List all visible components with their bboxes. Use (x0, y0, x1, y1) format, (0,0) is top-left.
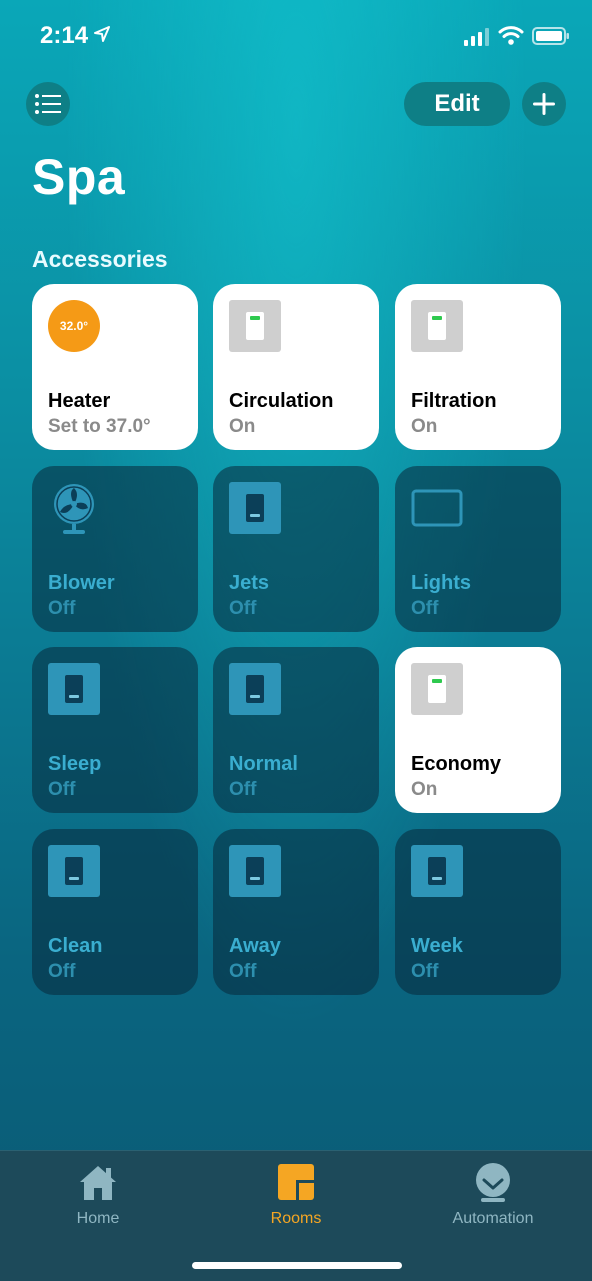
plus-icon (533, 93, 555, 115)
location-arrow-icon (94, 26, 110, 42)
tab-rooms[interactable]: Rooms (226, 1160, 366, 1228)
switch-icon (411, 663, 463, 715)
switch-icon (411, 845, 463, 897)
accessory-name: Blower (48, 572, 115, 594)
home-indicator[interactable] (192, 1262, 402, 1269)
accessory-name: Circulation (229, 390, 334, 412)
accessory-tile-heater[interactable]: 32.0° Heater Set to 37.0° (32, 284, 198, 450)
menu-button[interactable] (26, 82, 70, 126)
add-button[interactable] (522, 82, 566, 126)
tab-automation[interactable]: Automation (422, 1160, 564, 1228)
list-icon (35, 94, 61, 114)
wifi-icon (498, 26, 524, 45)
switch-icon (411, 300, 463, 352)
accessory-tile-clean[interactable]: Clean Off (32, 829, 198, 995)
status-time: 2:14 (40, 22, 89, 49)
accessory-status: Off (48, 779, 76, 800)
tab-rooms-label: Rooms (270, 1210, 322, 1227)
heater-temperature-dial: 32.0° (48, 300, 100, 352)
status-bar: 2:14 (0, 0, 592, 72)
switch-icon (229, 300, 281, 352)
accessory-status: On (229, 416, 256, 437)
accessory-tile-normal[interactable]: Normal Off (213, 647, 379, 813)
accessory-name: Jets (229, 572, 270, 594)
accessory-status: On (411, 779, 438, 800)
accessory-tile-lights[interactable]: Lights Off (395, 466, 561, 632)
tab-home[interactable]: Home (28, 1160, 168, 1228)
switch-icon (229, 663, 281, 715)
switch-icon (48, 845, 100, 897)
switch-icon (48, 663, 100, 715)
tab-automation-label: Automation (452, 1210, 534, 1227)
accessory-tile-economy[interactable]: Economy On (395, 647, 561, 813)
accessory-name: Lights (411, 572, 471, 594)
accessory-name: Filtration (411, 390, 497, 412)
accessory-tile-blower[interactable]: Blower Off (32, 466, 198, 632)
accessory-status: Off (229, 961, 257, 982)
page-title: Spa (32, 149, 126, 205)
accessory-tile-jets[interactable]: Jets Off (213, 466, 379, 632)
accessory-status: Off (411, 598, 439, 619)
accessory-status: Off (411, 961, 439, 982)
accessory-name: Heater (48, 390, 111, 412)
thermostat-icon: 32.0° (48, 300, 100, 352)
cellular-signal-icon (464, 28, 489, 46)
accessory-status: Set to 37.0° (48, 416, 151, 437)
edit-button[interactable]: Edit (404, 82, 510, 126)
rooms-icon (278, 1164, 314, 1200)
tab-home-label: Home (76, 1210, 120, 1227)
accessory-name: Week (411, 935, 463, 957)
accessory-status: Off (229, 779, 257, 800)
accessory-name: Away (229, 935, 281, 957)
switch-icon (229, 482, 281, 534)
accessory-tile-circulation[interactable]: Circulation On (213, 284, 379, 450)
light-panel-icon (411, 482, 463, 534)
accessory-tile-away[interactable]: Away Off (213, 829, 379, 995)
accessory-tile-filtration[interactable]: Filtration On (395, 284, 561, 450)
automation-icon (476, 1163, 510, 1202)
accessory-tile-sleep[interactable]: Sleep Off (32, 647, 198, 813)
accessory-status: Off (229, 598, 257, 619)
fan-icon (48, 482, 100, 534)
accessory-name: Normal (229, 753, 298, 775)
accessory-status: On (411, 416, 438, 437)
accessory-name: Clean (48, 935, 103, 957)
home-icon (80, 1166, 116, 1200)
battery-icon (532, 27, 569, 45)
accessory-status: Off (48, 961, 76, 982)
switch-icon (229, 845, 281, 897)
accessory-tile-week[interactable]: Week Off (395, 829, 561, 995)
accessory-name: Economy (411, 753, 502, 775)
section-label: Accessories (32, 246, 168, 272)
accessory-name: Sleep (48, 753, 102, 775)
accessory-status: Off (48, 598, 76, 619)
